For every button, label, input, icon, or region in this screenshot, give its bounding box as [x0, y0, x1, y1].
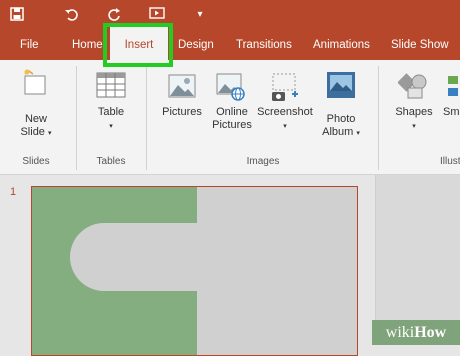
- redo-icon[interactable]: [105, 7, 123, 23]
- screenshot-icon: [270, 72, 300, 102]
- photo-album-label-line2-wrap: Album ▾: [318, 126, 364, 140]
- tab-transitions[interactable]: Transitions: [236, 30, 292, 60]
- new-slide-label-line1: New: [24, 113, 47, 125]
- photo-album-icon: [326, 70, 356, 102]
- shapes-icon: [397, 70, 428, 100]
- online-pictures-label-line1: Online: [216, 106, 248, 118]
- group-divider: [76, 66, 77, 170]
- screenshot-label: Screenshot: [257, 106, 313, 118]
- save-icon[interactable]: [8, 7, 26, 23]
- slide-design-art: [32, 187, 197, 355]
- photo-album-label-line2: Album: [322, 126, 354, 138]
- tab-slide-show[interactable]: Slide Show: [391, 30, 449, 60]
- ribbon-tab-bar: File Home Design Transitions Animations …: [0, 30, 460, 60]
- tab-home[interactable]: Home: [72, 30, 103, 60]
- tab-design[interactable]: Design: [178, 30, 214, 60]
- slide-number: 1: [10, 186, 17, 198]
- group-label-images: Images: [246, 156, 280, 167]
- start-slideshow-icon[interactable]: [148, 7, 166, 23]
- group-divider: [378, 66, 379, 170]
- table-dropdown-icon: ▾: [109, 123, 113, 130]
- shapes-dropdown-icon: ▾: [412, 123, 416, 130]
- highlight-box: [103, 23, 173, 67]
- customize-toolbar-icon[interactable]: ▾: [191, 7, 209, 23]
- wikihow-watermark: wikiHow: [372, 320, 460, 345]
- new-slide-icon: [22, 68, 48, 96]
- table-label: Table: [97, 106, 125, 118]
- shapes-label: Shapes: [395, 106, 433, 118]
- screenshot-dropdown-icon: ▾: [283, 123, 287, 130]
- undo-icon[interactable]: [62, 7, 80, 23]
- watermark-prefix: wiki: [385, 324, 415, 341]
- online-pictures-icon: [216, 72, 246, 102]
- pictures-icon: [168, 72, 196, 100]
- smartart-icon: [446, 72, 460, 100]
- new-slide-label-line2: Slide: [20, 126, 45, 138]
- photo-album-label-line1: Photo: [326, 113, 356, 125]
- slide-thumbnail[interactable]: [31, 186, 358, 356]
- insert-ribbon: New Slide ▾ Slides Table ▾ Tables Pictur…: [0, 60, 460, 175]
- tab-animations[interactable]: Animations: [313, 30, 370, 60]
- group-divider: [146, 66, 147, 170]
- online-pictures-label-line2: Pictures: [212, 119, 252, 131]
- watermark-suffix: How: [414, 324, 447, 341]
- table-icon: [96, 72, 126, 98]
- new-slide-label-line2-wrap: Slide ▾: [14, 126, 58, 140]
- group-label-tables: Tables: [96, 156, 126, 167]
- tab-file[interactable]: File: [20, 30, 39, 60]
- smartart-label: Sma: [443, 106, 460, 118]
- group-label-slides: Slides: [22, 156, 50, 167]
- pictures-label: Pictures: [162, 106, 202, 118]
- group-label-illustrations: Illustr: [440, 156, 460, 167]
- photo-album-dropdown-icon: ▾: [356, 130, 360, 137]
- new-slide-dropdown-icon: ▾: [48, 130, 52, 137]
- title-bar: ▾: [0, 0, 460, 30]
